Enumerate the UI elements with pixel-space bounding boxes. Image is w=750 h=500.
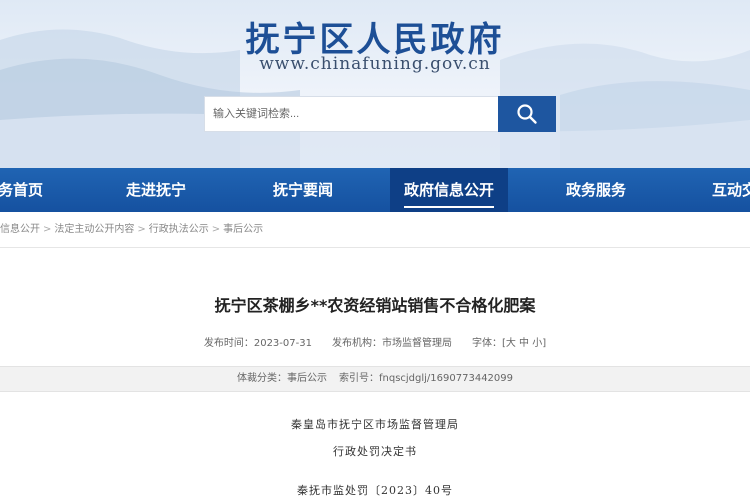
- publish-date: 2023-07-31: [253, 338, 312, 349]
- nav-news[interactable]: 抚宁要闻: [273, 168, 333, 212]
- breadcrumb-item[interactable]: 事后公示: [223, 224, 263, 235]
- breadcrumb-separator: >: [43, 224, 52, 235]
- index-label: 索引号：: [338, 373, 379, 384]
- article-title: 抚宁区茶棚乡**农资经销站销售不合格化肥案: [214, 296, 536, 315]
- document-issuer: 秦皇岛市抚宁区市场监督管理局: [291, 418, 459, 431]
- search-input[interactable]: 输入关键词检索...: [204, 96, 499, 132]
- breadcrumb-separator: >: [137, 224, 146, 235]
- breadcrumb: 信息公开 > 法定主动公开内容 > 行政执法公示 > 事后公示: [0, 212, 750, 248]
- index-number: fnqscjdglj/1690773442099: [378, 373, 514, 384]
- publish-date-label: 发布时间：: [203, 338, 254, 349]
- publisher: 市场监督管理局: [381, 338, 452, 349]
- document-type: 行政处罚决定书: [333, 445, 417, 458]
- article-meta: 发布时间：2023-07-31 发布机构：市场监督管理局 字体：[大 中 小]: [0, 334, 750, 349]
- site-url[interactable]: www.chinafuning.gov.cn: [0, 54, 750, 74]
- font-size-switcher[interactable]: [大 中 小]: [502, 338, 546, 349]
- nav-gov-info-disclosure[interactable]: 政府信息公开: [390, 168, 509, 212]
- document-number: 秦抚市监处罚〔2023〕40号: [297, 484, 453, 497]
- breadcrumb-separator: >: [211, 224, 221, 235]
- category: 事后公示: [286, 373, 327, 384]
- publisher-label: 发布机构：: [331, 338, 382, 349]
- nav-about-funing[interactable]: 走进抚宁: [126, 168, 186, 212]
- nav-interaction[interactable]: 互动交: [712, 168, 750, 212]
- search-icon: [517, 104, 537, 124]
- main-nav: 务首页 走进抚宁 抚宁要闻 政府信息公开 政务服务 互动交: [0, 168, 750, 212]
- search-button[interactable]: [498, 96, 556, 132]
- header-banner: 抚宁区人民政府 www.chinafuning.gov.cn 输入关键词检索..…: [0, 0, 750, 168]
- category-label: 体裁分类：: [236, 373, 287, 384]
- nav-home[interactable]: 务首页: [0, 168, 43, 212]
- breadcrumb-item[interactable]: 行政执法公示: [149, 224, 209, 235]
- article-info-bar: 体裁分类：事后公示 索引号：fnqscjdglj/1690773442099: [0, 366, 750, 392]
- breadcrumb-item[interactable]: 信息公开: [0, 224, 40, 235]
- font-size-label: 字体：: [471, 338, 502, 349]
- breadcrumb-item[interactable]: 法定主动公开内容: [54, 224, 134, 235]
- nav-gov-services[interactable]: 政务服务: [566, 168, 626, 212]
